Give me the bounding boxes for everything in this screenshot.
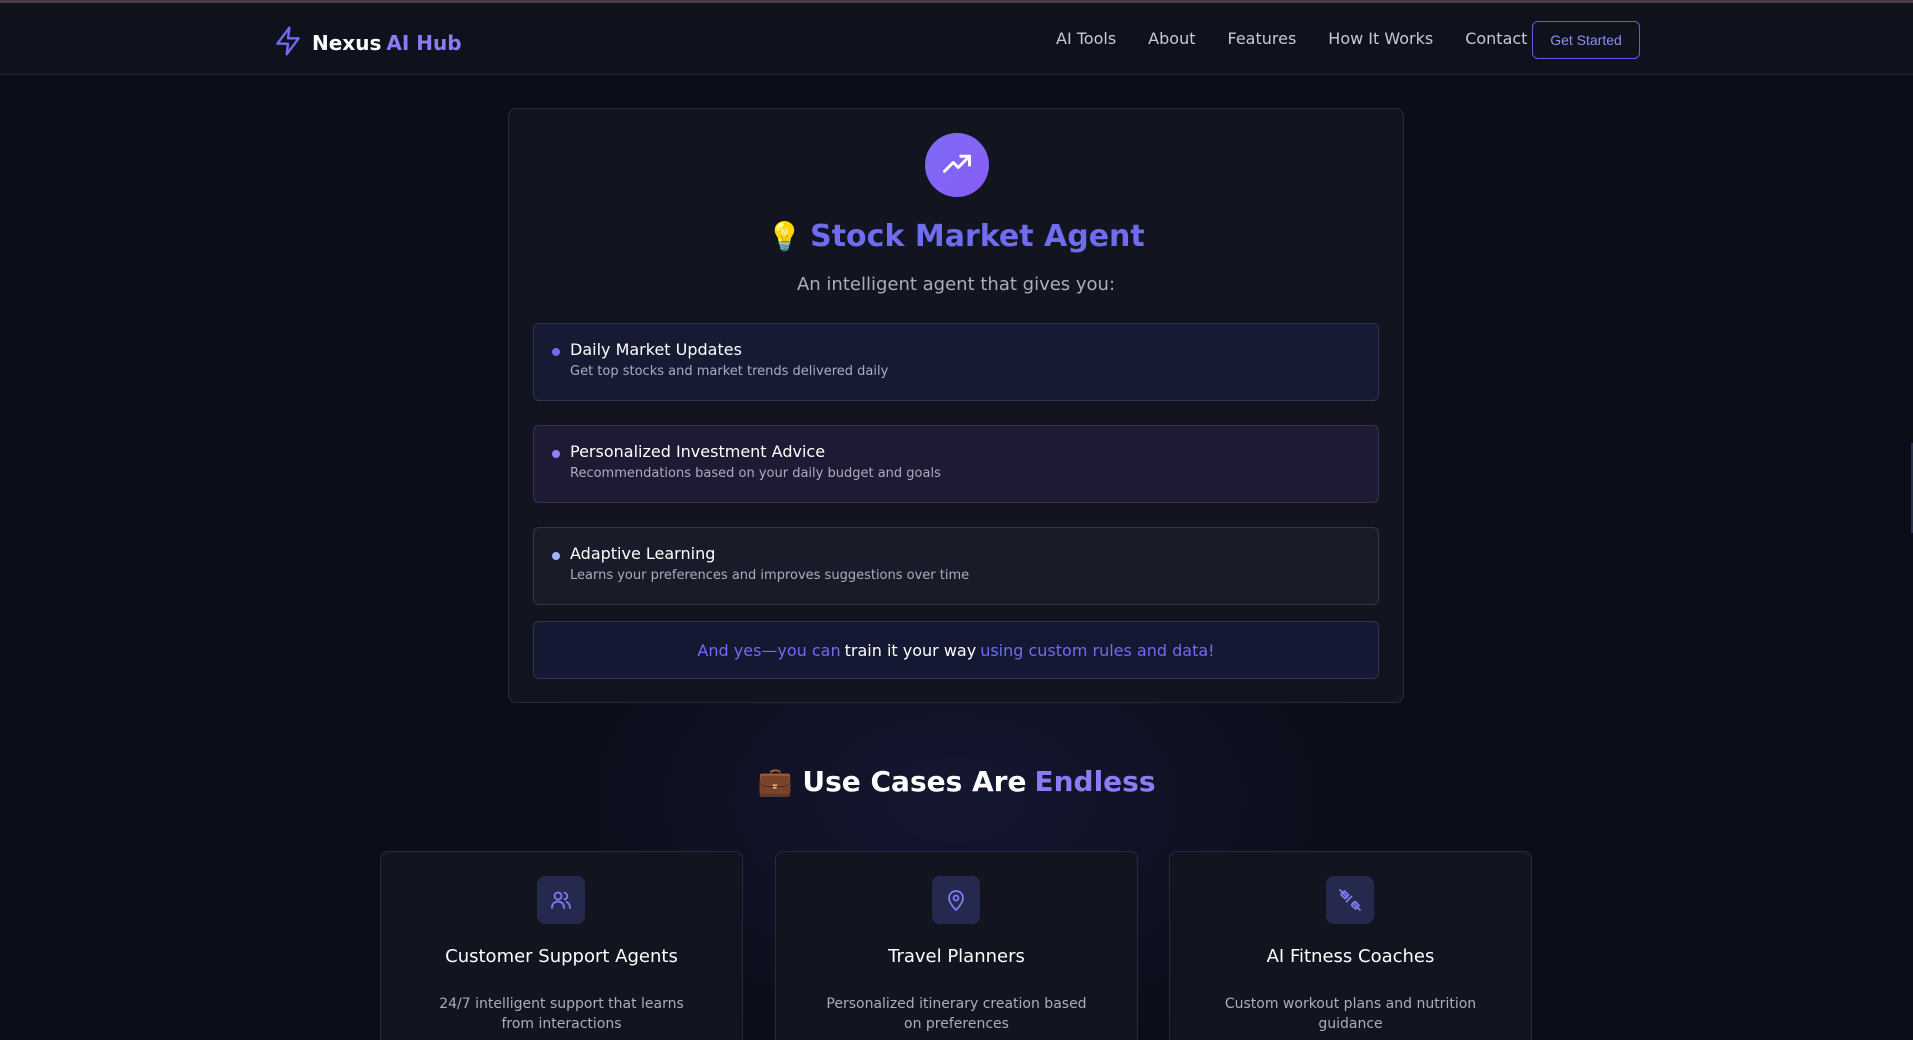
trending-up-icon [925, 133, 989, 197]
navbar: Nexus AI Hub AI Tools About Features How… [0, 3, 1913, 75]
map-pin-icon [932, 876, 980, 924]
nav-link-ai-tools[interactable]: AI Tools [1056, 29, 1116, 48]
briefcase-icon: 💼 [757, 765, 793, 798]
nav-link-about[interactable]: About [1148, 29, 1195, 48]
feature-description: Recommendations based on your daily budg… [570, 466, 941, 481]
nav-link-contact[interactable]: Contact [1465, 29, 1527, 48]
agent-subtitle: An intelligent agent that gives you: [796, 274, 1116, 295]
use-case-name: AI Fitness Coaches [1266, 946, 1435, 967]
feature-personalized-investment-advice: Personalized Investment Advice Recommend… [533, 425, 1379, 503]
feature-description: Get top stocks and market trends deliver… [570, 364, 889, 379]
logo[interactable]: Nexus AI Hub [272, 25, 462, 61]
use-cases-title-accent: Endless [1034, 765, 1156, 798]
feature-title: Adaptive Learning [570, 544, 716, 563]
feature-daily-market-updates: Daily Market Updates Get top stocks and … [533, 323, 1379, 401]
use-cases-heading: 💼 Use Cases Are Endless [0, 765, 1913, 798]
feature-title: Daily Market Updates [570, 340, 742, 359]
lightning-bolt-icon [272, 25, 304, 61]
use-case-name: Travel Planners [888, 946, 1025, 967]
nav-link-features[interactable]: Features [1227, 29, 1296, 48]
feature-adaptive-learning: Adaptive Learning Learns your preference… [533, 527, 1379, 605]
agent-title-row: 💡 Stock Market Agent [509, 219, 1403, 254]
brand-accent: AI Hub [386, 31, 462, 55]
agent-title: Stock Market Agent [810, 219, 1145, 254]
dumbbell-icon [1326, 876, 1374, 924]
stock-market-agent-card: 💡 Stock Market Agent An intelligent agen… [508, 108, 1404, 703]
bullet-dot-icon [552, 552, 560, 560]
use-case-name: Customer Support Agents [445, 946, 678, 967]
nav-links: AI Tools About Features How It Works Con… [1056, 29, 1527, 48]
train-text-end: using custom rules and data! [980, 640, 1215, 660]
bullet-dot-icon [552, 348, 560, 356]
use-case-card-fitness-coaches[interactable]: AI Fitness Coaches Custom workout plans … [1169, 851, 1532, 1040]
use-case-card-customer-support[interactable]: Customer Support Agents 24/7 intelligent… [380, 851, 743, 1040]
train-your-way-banner: And yes—you can train it your way using … [533, 621, 1379, 679]
use-case-card-travel-planners[interactable]: Travel Planners Personalized itinerary c… [775, 851, 1138, 1040]
bullet-dot-icon [552, 450, 560, 458]
use-cases-title: Use Cases Are [802, 765, 1027, 798]
nav-link-how-it-works[interactable]: How It Works [1328, 29, 1433, 48]
train-text-highlight: train it your way [844, 640, 977, 660]
train-text-start: And yes—you can [697, 640, 841, 660]
brand-name: Nexus [312, 31, 382, 55]
use-case-description: 24/7 intelligent support that learns fro… [439, 996, 684, 1032]
users-icon [537, 876, 585, 924]
use-case-description: Personalized itinerary creation based on… [826, 996, 1087, 1032]
feature-title: Personalized Investment Advice [570, 442, 826, 461]
use-case-description: Custom workout plans and nutrition guida… [1224, 996, 1477, 1032]
get-started-button[interactable]: Get Started [1532, 21, 1640, 59]
feature-description: Learns your preferences and improves sug… [570, 568, 970, 583]
lightbulb-icon: 💡 [767, 220, 803, 253]
